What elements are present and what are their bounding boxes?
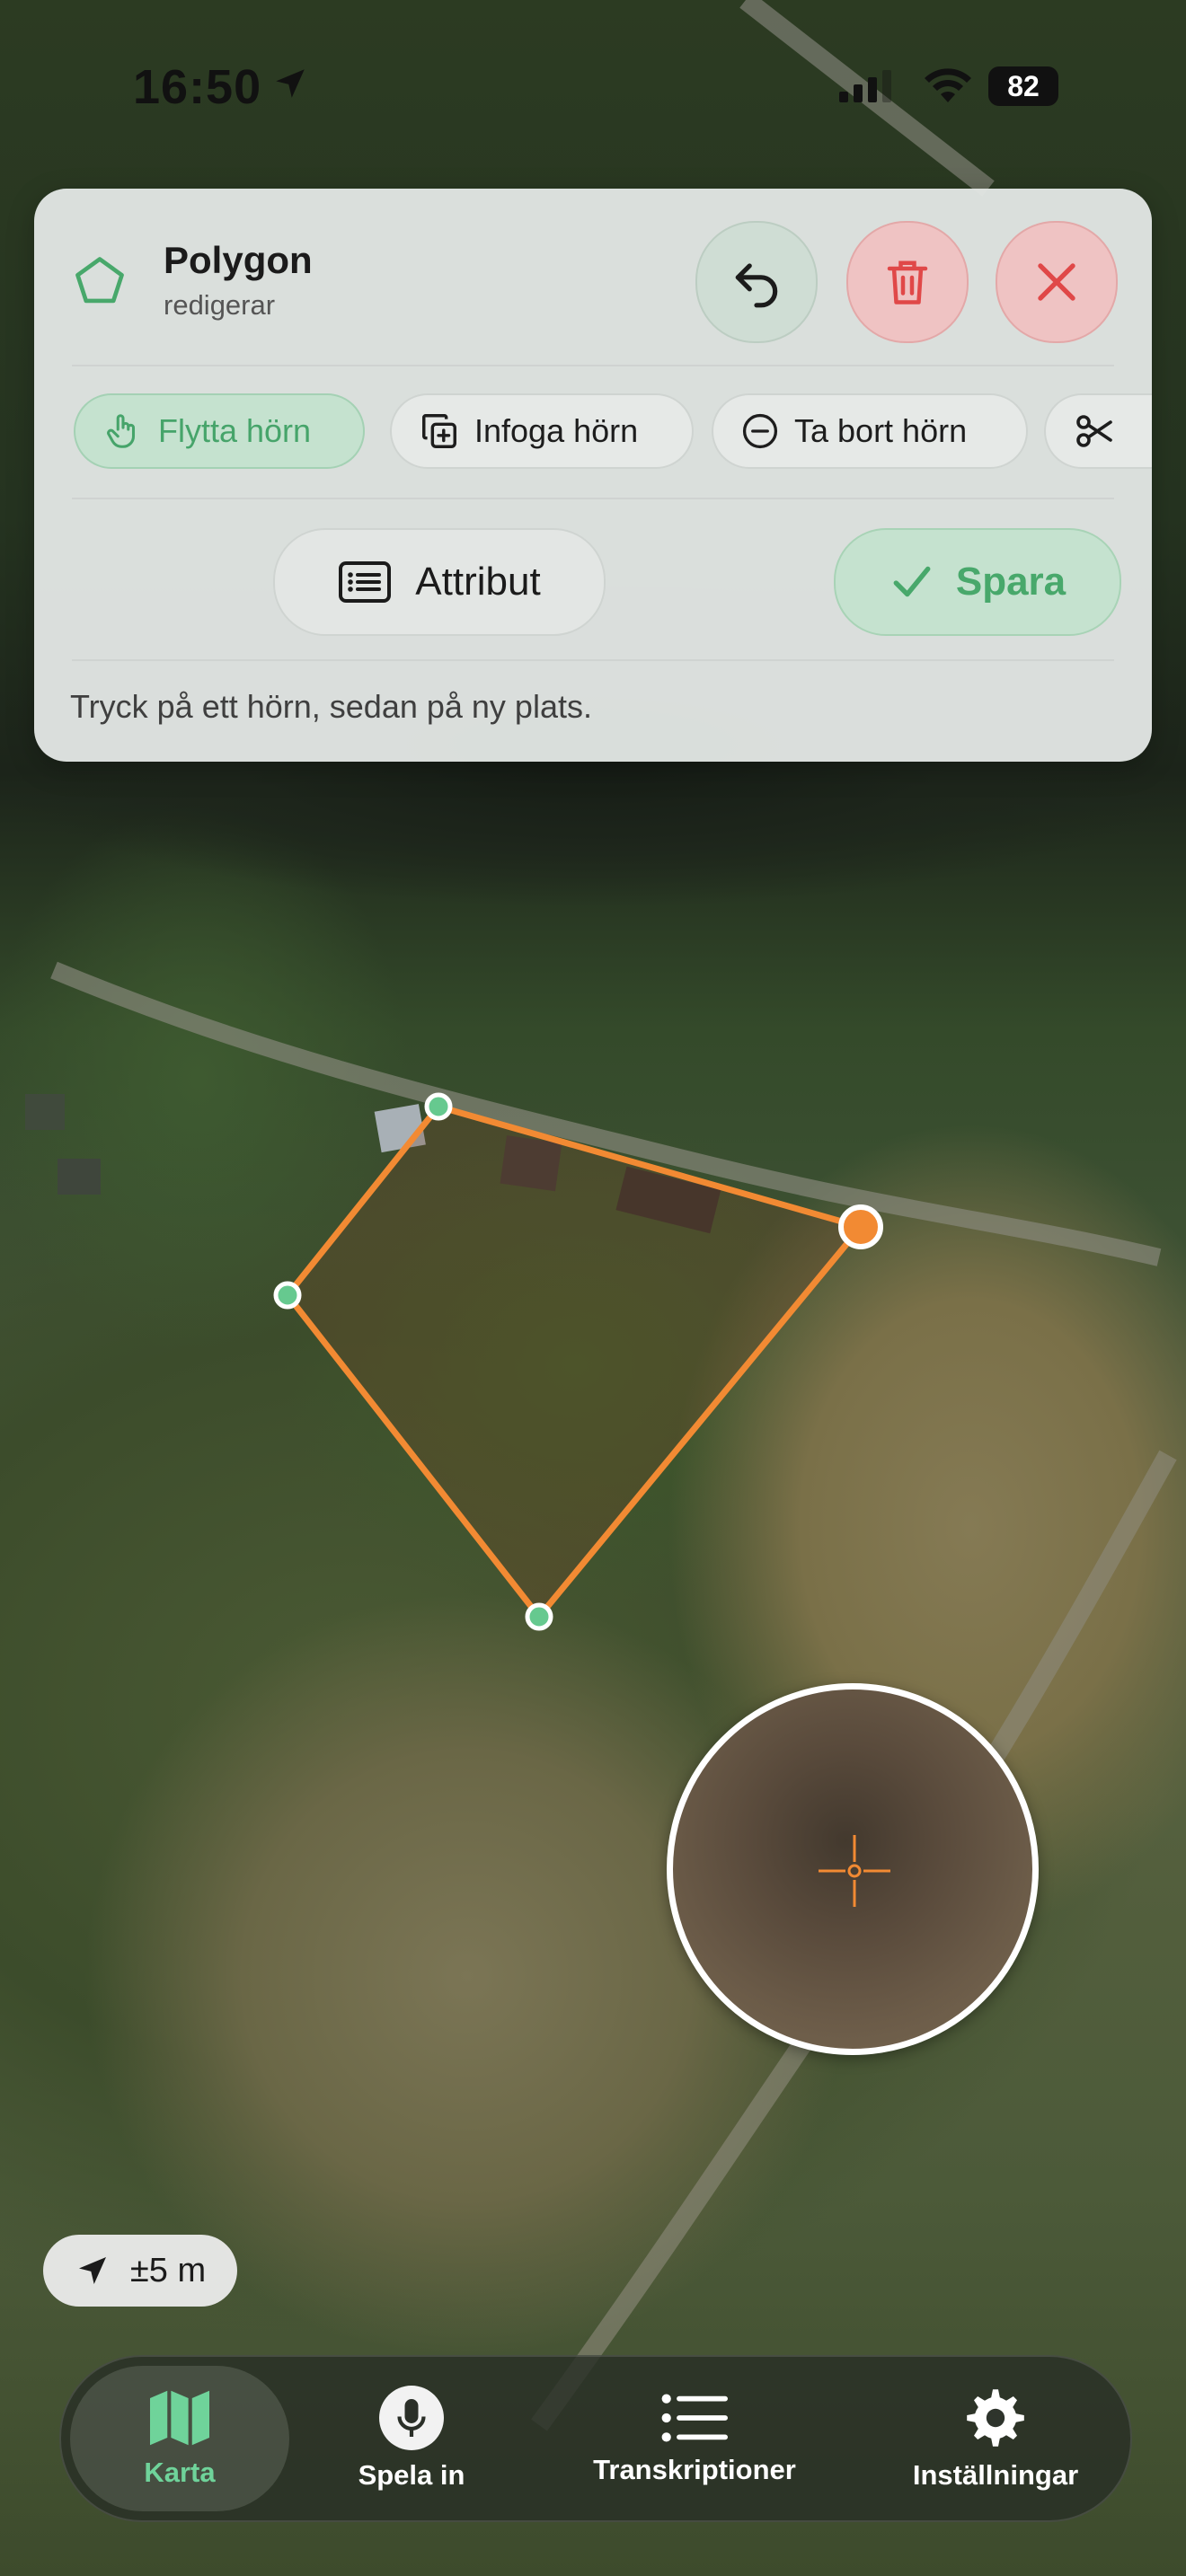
panel-title: Polygon bbox=[164, 239, 313, 281]
delete-button[interactable] bbox=[846, 221, 969, 343]
vertex-handle[interactable] bbox=[424, 1092, 453, 1121]
move-vertex-label: Flytta hörn bbox=[158, 412, 312, 449]
vertex-tool-chips: Flytta hörn Infoga hörn Ta bort hörn bbox=[74, 393, 1152, 474]
selected-vertex-handle[interactable] bbox=[838, 1204, 883, 1249]
pentagon-icon bbox=[75, 257, 124, 304]
divider bbox=[72, 365, 1114, 366]
divider bbox=[72, 498, 1114, 499]
magnifier-loupe bbox=[667, 1683, 1039, 2055]
gps-accuracy-button[interactable]: ±5 m bbox=[43, 2235, 237, 2307]
instruction-hint: Tryck på ett hörn, sedan på ny plats. bbox=[70, 688, 592, 725]
tab-transcriptions-label: Transkriptioner bbox=[593, 2454, 796, 2485]
tab-map[interactable]: Karta bbox=[70, 2366, 289, 2511]
location-arrow-icon bbox=[276, 69, 305, 98]
close-icon bbox=[1038, 263, 1075, 301]
add-copy-icon bbox=[422, 414, 456, 448]
gear-icon bbox=[967, 2389, 1024, 2447]
tab-map-label: Karta bbox=[144, 2457, 216, 2488]
tab-record[interactable]: Spela in bbox=[313, 2366, 510, 2511]
minus-circle-icon bbox=[742, 413, 778, 449]
map-icon bbox=[150, 2390, 209, 2446]
attributes-button[interactable]: Attribut bbox=[273, 528, 606, 636]
vertex-handle[interactable] bbox=[525, 1602, 553, 1631]
form-list-icon bbox=[339, 561, 392, 603]
undo-icon bbox=[735, 263, 778, 308]
tab-transcriptions[interactable]: Transkriptioner bbox=[546, 2366, 843, 2511]
remove-vertex-label: Ta bort hörn bbox=[794, 412, 968, 449]
trash-icon bbox=[887, 260, 928, 304]
gps-accuracy-label: ±5 m bbox=[129, 2251, 207, 2289]
building bbox=[25, 1094, 65, 1130]
hand-point-icon bbox=[107, 414, 136, 448]
wifi-icon bbox=[925, 68, 971, 102]
scissors-icon bbox=[1076, 415, 1112, 447]
polygon-edit-panel: Polygon redigerar Flytta hörn Infoga hör… bbox=[34, 189, 1152, 762]
tab-record-label: Spela in bbox=[358, 2459, 465, 2491]
close-button[interactable] bbox=[996, 221, 1118, 343]
divider bbox=[72, 659, 1114, 661]
location-arrow-icon bbox=[78, 2257, 106, 2284]
split-chip[interactable] bbox=[1044, 393, 1152, 469]
list-icon bbox=[661, 2394, 728, 2442]
remove-vertex-chip[interactable]: Ta bort hörn bbox=[712, 393, 1028, 469]
status-time: 16:50 bbox=[133, 60, 262, 114]
save-label: Spara bbox=[955, 560, 1067, 604]
panel-subtitle: redigerar bbox=[164, 289, 276, 321]
cellular-signal-icon bbox=[839, 70, 891, 102]
microphone-icon bbox=[379, 2386, 444, 2450]
attributes-label: Attribut bbox=[415, 560, 541, 604]
battery-indicator: 82 bbox=[988, 66, 1058, 106]
tab-settings[interactable]: Inställningar bbox=[870, 2366, 1121, 2511]
insert-vertex-chip[interactable]: Infoga hörn bbox=[390, 393, 694, 469]
tab-bar: Karta Spela in Transkriptioner Inställni… bbox=[59, 2355, 1132, 2522]
vertex-handle[interactable] bbox=[273, 1281, 302, 1310]
building bbox=[58, 1159, 101, 1195]
tab-settings-label: Inställningar bbox=[912, 2459, 1079, 2491]
move-vertex-chip[interactable]: Flytta hörn bbox=[74, 393, 365, 469]
save-button[interactable]: Spara bbox=[834, 528, 1121, 636]
insert-vertex-label: Infoga hörn bbox=[474, 412, 639, 449]
checkmark-icon bbox=[893, 566, 931, 597]
undo-button[interactable] bbox=[695, 221, 818, 343]
crosshair-icon bbox=[819, 1835, 890, 1907]
